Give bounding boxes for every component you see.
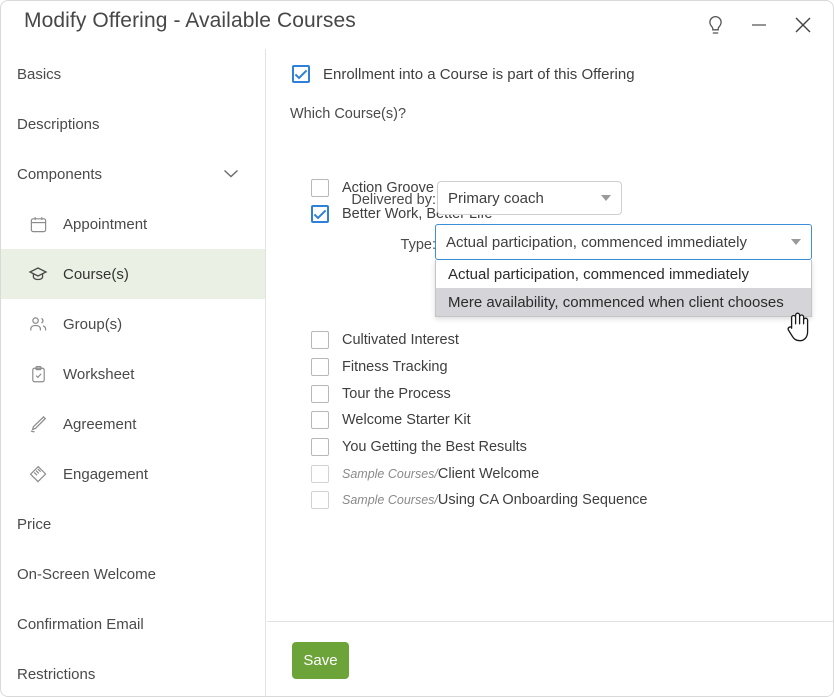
course-checkbox[interactable]	[311, 358, 329, 376]
sidebar-item-label: Price	[17, 515, 52, 533]
sidebar-item-courses[interactable]: Course(s)	[1, 249, 265, 299]
chevron-down-icon	[601, 195, 611, 201]
dropdown-option[interactable]: Actual participation, commenced immediat…	[436, 260, 811, 288]
form-footer: Save	[267, 621, 833, 696]
type-select[interactable]: Actual participation, commenced immediat…	[435, 224, 812, 260]
sidebar-item-appointment[interactable]: Appointment	[1, 199, 265, 249]
course-row[interactable]: Tour the Process	[311, 385, 451, 403]
course-row[interactable]: Sample Courses/Client Welcome	[311, 465, 539, 483]
sidebar-item-label: Appointment	[63, 215, 148, 233]
course-checkbox[interactable]	[311, 491, 329, 509]
course-checkbox[interactable]	[311, 438, 329, 456]
sidebar-item-descriptions[interactable]: Descriptions	[1, 99, 265, 149]
handshake-icon	[27, 463, 49, 485]
main-content: Enrollment into a Course is part of this…	[267, 49, 833, 696]
sidebar-item-label: Confirmation Email	[17, 615, 144, 633]
course-row[interactable]: Welcome Starter Kit	[311, 411, 471, 429]
title-bar: Modify Offering - Available Courses	[1, 1, 833, 49]
course-name: Tour the Process	[342, 386, 451, 402]
sidebar-item-restrictions[interactable]: Restrictions	[1, 649, 265, 696]
graduation-cap-icon	[27, 263, 49, 285]
dropdown-option[interactable]: Mere availability, commenced when client…	[436, 288, 811, 316]
close-button[interactable]	[781, 3, 825, 47]
sidebar-item-price[interactable]: Price	[1, 499, 265, 549]
course-prefix: Sample Courses/	[342, 467, 438, 481]
sidebar-item-label: Components	[17, 165, 103, 183]
chevron-down-icon[interactable]	[223, 166, 239, 183]
calendar-icon	[27, 213, 49, 235]
sidebar-item-engagement[interactable]: Engagement	[1, 449, 265, 499]
window-controls	[693, 1, 825, 49]
sidebar-item-label: Engagement	[63, 465, 149, 483]
sidebar-item-label: Restrictions	[17, 665, 96, 683]
enrollment-checkbox[interactable]	[292, 65, 310, 83]
sidebar-item-confirmation-email[interactable]: Confirmation Email	[1, 599, 265, 649]
type-dropdown-menu[interactable]: Actual participation, commenced immediat…	[435, 260, 812, 317]
chevron-down-icon	[791, 239, 801, 245]
sidebar-item-label: Descriptions	[17, 115, 100, 133]
page-title: Modify Offering - Available Courses	[24, 9, 356, 32]
sidebar-item-components[interactable]: Components	[1, 149, 265, 199]
course-row[interactable]: Sample Courses/Using CA Onboarding Seque…	[311, 491, 647, 509]
course-checkbox[interactable]	[311, 331, 329, 349]
course-name: Fitness Tracking	[342, 359, 448, 375]
courses-form: Enrollment into a Course is part of this…	[267, 49, 833, 621]
enrollment-checkbox-row[interactable]: Enrollment into a Course is part of this…	[292, 65, 635, 83]
sidebar-item-label: Agreement	[63, 415, 137, 433]
delivered-by-value: Primary coach	[448, 189, 544, 207]
course-name: Using CA Onboarding Sequence	[437, 492, 648, 508]
sidebar-item-label: On-Screen Welcome	[17, 565, 156, 583]
sidebar-item-worksheet[interactable]: Worksheet	[1, 349, 265, 399]
sidebar-item-on-screen-welcome[interactable]: On-Screen Welcome	[1, 549, 265, 599]
course-row[interactable]: You Getting the Best Results	[311, 438, 527, 456]
type-value: Actual participation, commenced immediat…	[446, 233, 747, 251]
course-name: You Getting the Best Results	[342, 439, 527, 455]
course-row[interactable]: Cultivated Interest	[311, 331, 459, 349]
delivered-by-select[interactable]: Primary coach	[437, 181, 622, 215]
sidebar-item-label: Basics	[17, 65, 62, 83]
course-name: Welcome Starter Kit	[342, 412, 471, 428]
sidebar-item-label: Course(s)	[63, 265, 129, 283]
help-lightbulb-icon[interactable]	[693, 3, 737, 47]
sidebar-item-agreement[interactable]: Agreement	[1, 399, 265, 449]
course-checkbox[interactable]	[311, 385, 329, 403]
course-name: Client Welcome	[437, 466, 540, 482]
course-checkbox[interactable]	[311, 411, 329, 429]
course-name: Cultivated Interest	[342, 332, 459, 348]
which-courses-label: Which Course(s)?	[290, 106, 407, 122]
sidebar-item-label: Worksheet	[63, 365, 135, 383]
delivered-by-label: Delivered by:	[351, 192, 436, 208]
clipboard-check-icon	[27, 363, 49, 385]
pen-signature-icon	[27, 413, 49, 435]
sidebar-item-basics[interactable]: Basics	[1, 49, 265, 99]
sidebar-item-label: Group(s)	[63, 315, 123, 333]
enrollment-checkbox-label: Enrollment into a Course is part of this…	[323, 65, 635, 83]
course-row[interactable]: Fitness Tracking	[311, 358, 448, 376]
modify-offering-window: Modify Offering - Available Courses Basi…	[0, 0, 834, 697]
course-prefix: Sample Courses/	[342, 493, 438, 507]
sidebar-item-groups[interactable]: Group(s)	[1, 299, 265, 349]
type-label: Type:	[400, 237, 436, 253]
course-checkbox[interactable]	[311, 465, 329, 483]
sidebar: Basics Descriptions Components Appointme…	[1, 49, 266, 696]
save-button[interactable]: Save	[292, 642, 349, 679]
minimize-button[interactable]	[737, 3, 781, 47]
people-icon	[27, 313, 49, 335]
